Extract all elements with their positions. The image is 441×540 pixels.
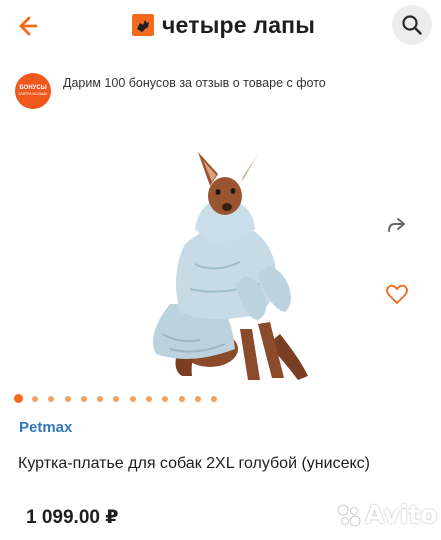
avito-logo-icon <box>337 504 361 526</box>
top-bar: четыре лапы <box>0 0 441 52</box>
bonus-badge-text: БОНУСЫ <box>19 85 47 91</box>
pagination-dot[interactable] <box>146 395 153 402</box>
pagination-dot[interactable] <box>194 395 201 402</box>
bonus-badge: БОНУСЫ ЗАВТРА БОЛЬШЕ <box>15 73 51 109</box>
brand-link[interactable]: Petmax <box>19 419 72 436</box>
gallery-pagination <box>14 394 228 403</box>
share-button[interactable] <box>383 212 409 238</box>
promo-text: Дарим 100 бонусов за отзыв о товаре с фо… <box>63 76 326 90</box>
pagination-dot[interactable] <box>64 395 71 402</box>
pagination-dot[interactable] <box>129 395 136 402</box>
product-image <box>153 150 308 380</box>
app-logo[interactable]: четыре лапы <box>132 10 315 40</box>
avito-watermark: Avito <box>336 500 437 529</box>
pagination-dot[interactable] <box>211 395 218 402</box>
heart-icon <box>386 284 408 304</box>
arrow-left-icon <box>19 16 38 36</box>
bonus-badge-subtext: ЗАВТРА БОЛЬШЕ <box>18 92 48 96</box>
pagination-dot[interactable] <box>80 395 87 402</box>
product-title: Куртка-платье для собак 2XL голубой (уни… <box>18 455 370 472</box>
pagination-dot-active[interactable] <box>14 394 23 403</box>
search-icon <box>402 15 422 35</box>
favorite-button[interactable] <box>384 281 410 307</box>
logo-text: четыре лапы <box>162 11 316 38</box>
paw-logo-icon <box>132 14 154 36</box>
product-gallery[interactable] <box>0 120 441 385</box>
product-price: 1 099.00 ₽ <box>26 507 119 528</box>
bonus-promo-banner[interactable]: БОНУСЫ ЗАВТРА БОЛЬШЕ Дарим 100 бонусов з… <box>0 58 441 118</box>
back-button[interactable] <box>16 12 46 40</box>
watermark-text: Avito <box>365 500 438 529</box>
pagination-dot[interactable] <box>162 395 169 402</box>
share-icon <box>388 218 405 232</box>
pagination-dot[interactable] <box>178 395 185 402</box>
pagination-dot[interactable] <box>97 395 104 402</box>
pagination-dot[interactable] <box>113 395 120 402</box>
pagination-dot[interactable] <box>48 395 55 402</box>
search-button[interactable] <box>392 5 432 45</box>
pagination-dot[interactable] <box>32 395 38 402</box>
